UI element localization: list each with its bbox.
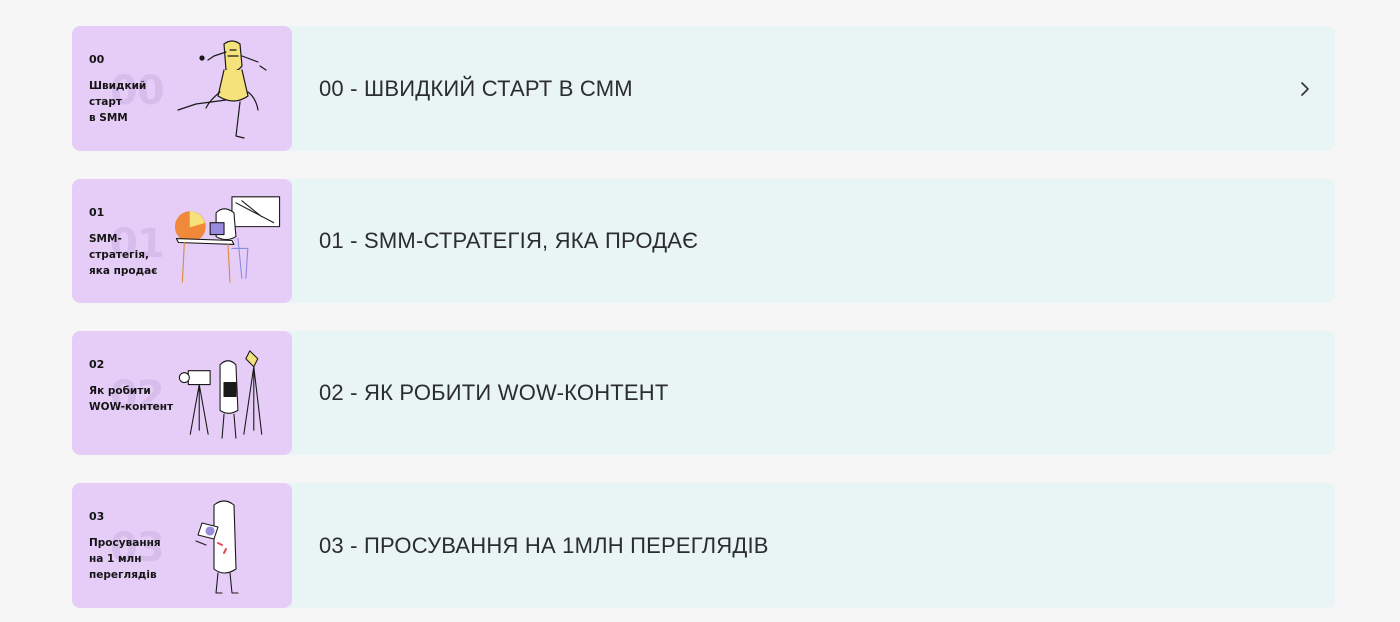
lesson-item-01[interactable]: 01 01 SMM-стратегія, яка продає 01 - SMM… bbox=[72, 179, 1335, 303]
caption-text: Швидкий старт в SMM bbox=[89, 80, 147, 124]
lesson-item-02[interactable]: 02 02 Як робити WOW-контент 02 - ЯК РОБИТ… bbox=[72, 331, 1335, 455]
running-character-illustration bbox=[177, 40, 267, 139]
caption-text: Як робити WOW-контент bbox=[89, 385, 174, 413]
lesson-thumbnail: 03 03 Просування на 1 млн переглядів bbox=[72, 483, 292, 608]
promotion-character-illustration bbox=[195, 500, 239, 594]
lesson-thumbnail: 02 02 Як робити WOW-контент bbox=[72, 331, 292, 455]
thumbnail-number: 01 bbox=[89, 206, 105, 219]
thumbnail-number: 03 bbox=[89, 510, 105, 523]
caption-text: SMM-стратегія, яка продає bbox=[89, 233, 158, 277]
thumbnail-number: 00 bbox=[89, 53, 105, 66]
chevron-right-icon[interactable] bbox=[1275, 26, 1335, 151]
lesson-thumbnail: 00 00 Швидкий старт в SMM bbox=[72, 26, 292, 151]
lesson-title[interactable]: 01 - SMM-СТРАТЕГІЯ, ЯКА ПРОДАЄ bbox=[292, 179, 1335, 303]
caption-text: Просування на 1 млн переглядів bbox=[89, 537, 161, 581]
camera-crew-illustration bbox=[178, 350, 263, 439]
lesson-title[interactable]: 03 - ПРОСУВАННЯ НА 1МЛН ПЕРЕГЛЯДІВ bbox=[292, 483, 1335, 608]
lesson-title[interactable]: 00 - ШВИДКИЙ СТАРТ В СММ bbox=[292, 26, 1275, 151]
lesson-thumbnail: 01 01 SMM-стратегія, яка продає bbox=[72, 179, 292, 303]
lesson-list: 00 00 Швидкий старт в SMM 00 - ШВИДКИЙ С… bbox=[72, 26, 1335, 622]
strategy-desk-illustration bbox=[174, 196, 281, 283]
lesson-item-03[interactable]: 03 03 Просування на 1 млн переглядів 03 - … bbox=[72, 483, 1335, 608]
thumbnail-number: 02 bbox=[89, 358, 105, 371]
lesson-item-00[interactable]: 00 00 Швидкий старт в SMM 00 - ШВИДКИЙ С… bbox=[72, 26, 1335, 151]
lesson-title[interactable]: 02 - ЯК РОБИТИ WOW-КОНТЕНТ bbox=[292, 331, 1335, 455]
